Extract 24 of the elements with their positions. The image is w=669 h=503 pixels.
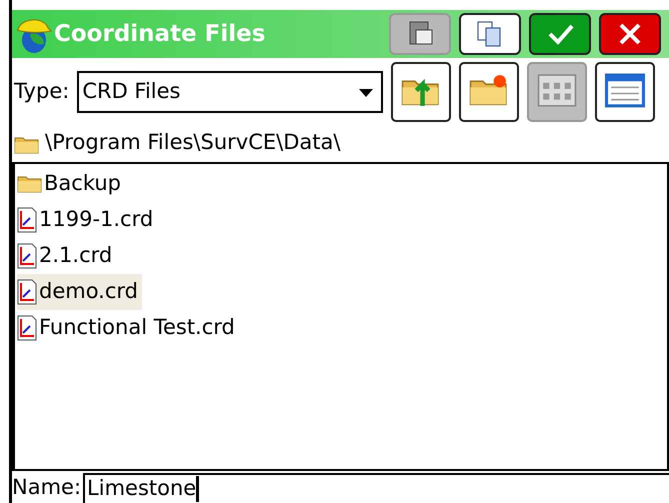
coordinate-file-icon <box>17 207 37 233</box>
text-cursor <box>196 476 200 502</box>
type-label: Type: <box>14 78 70 106</box>
cancel-button[interactable] <box>599 13 661 55</box>
file-item[interactable]: 1199-1.crd <box>17 202 158 238</box>
folder-path: \Program Files\SurvCE\Data\ <box>45 129 340 156</box>
ok-button[interactable] <box>529 13 591 55</box>
file-item[interactable]: Functional Test.crd <box>17 310 239 346</box>
up-folder-button[interactable] <box>391 62 452 122</box>
name-label: Name: <box>12 474 82 500</box>
window-title: Coordinate Files <box>54 20 266 49</box>
dropdown-arrow-icon <box>359 88 374 96</box>
new-folder-button[interactable] <box>459 62 520 122</box>
folder-item[interactable]: Backup <box>17 166 125 202</box>
coordinate-file-icon <box>17 243 37 269</box>
list-view-button[interactable] <box>595 62 656 122</box>
coordinate-file-icon <box>17 279 37 305</box>
name-field[interactable]: Limestone <box>83 473 669 503</box>
file-item[interactable]: 2.1.crd <box>17 238 116 274</box>
type-dropdown[interactable]: CRD Files <box>77 71 384 113</box>
file-item[interactable]: demo.crd <box>17 274 142 310</box>
copy-button[interactable] <box>459 13 521 55</box>
coordinate-file-icon <box>17 315 37 341</box>
icon-view-button[interactable] <box>527 62 588 122</box>
